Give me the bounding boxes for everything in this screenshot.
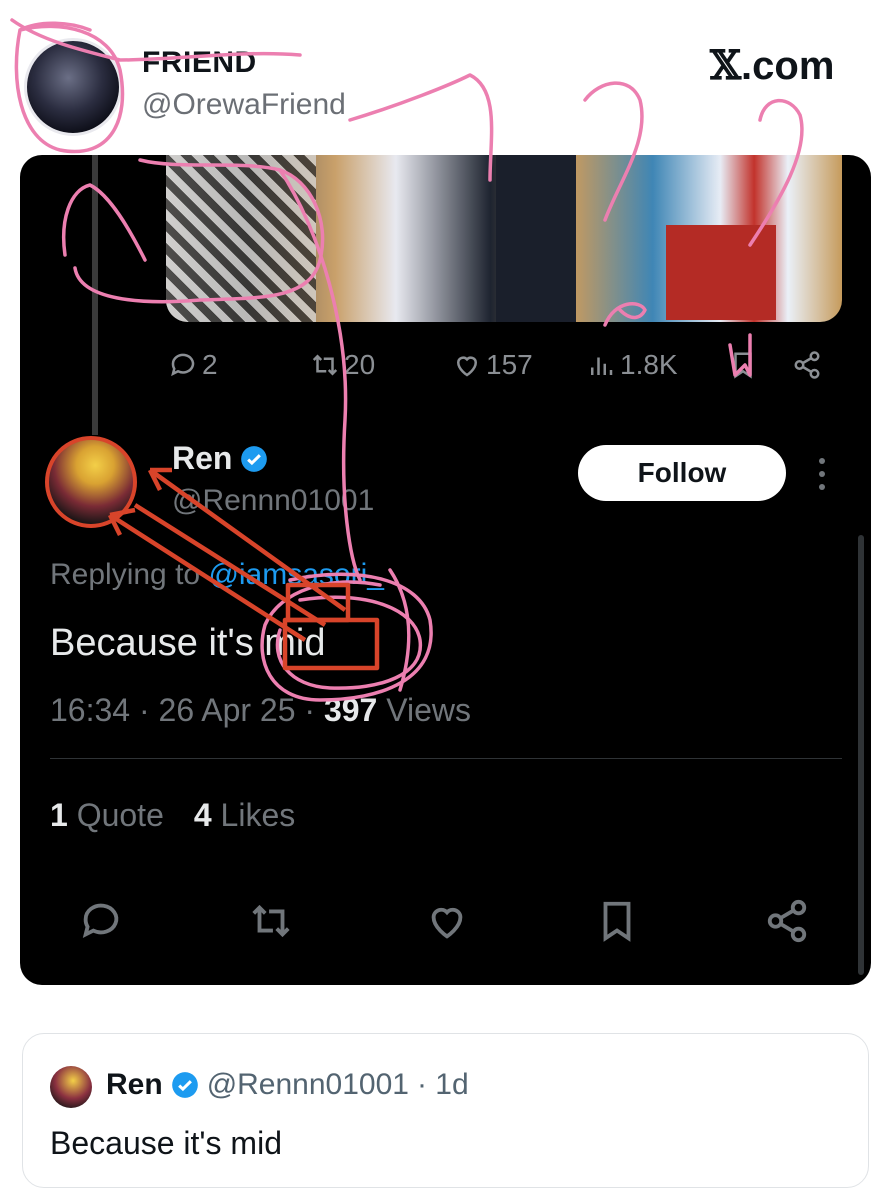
quote-author-avatar[interactable]: [50, 1066, 92, 1108]
site-watermark: 𝕏.com: [710, 42, 834, 89]
bookmark-button[interactable]: [728, 345, 758, 385]
repost-icon: [312, 354, 338, 376]
reply-text: Because it's mid: [50, 622, 326, 664]
quotes-count: 1: [50, 797, 68, 833]
quote-author-name[interactable]: Ren: [106, 1068, 163, 1102]
reply-icon: [171, 353, 195, 377]
more-options-icon[interactable]: [812, 458, 832, 490]
post-media-image[interactable]: [166, 155, 842, 322]
view-count: 1.8K: [620, 349, 678, 380]
quote-post-text: Because it's mid: [50, 1125, 282, 1161]
post-views-label: Views: [377, 692, 472, 728]
likes-count: 4: [193, 797, 212, 833]
analytics-icon: [591, 357, 613, 375]
profile-avatar[interactable]: [24, 38, 122, 136]
profile-handle: @OrewaFriend: [142, 88, 346, 121]
divider: [50, 758, 842, 759]
thread-connector-line: [92, 155, 98, 435]
engagement-counts: 1 Quote 4 Likes: [50, 797, 295, 834]
reply-count-button[interactable]: 2: [168, 345, 218, 385]
likes-link[interactable]: 4 Likes: [194, 797, 295, 834]
replying-to-label: Replying to: [50, 558, 209, 591]
heart-icon: [456, 356, 478, 377]
share-button[interactable]: [792, 345, 822, 385]
reply-icon: [82, 903, 119, 938]
view-count-button[interactable]: 1.8K: [586, 345, 678, 385]
share-icon: [767, 899, 807, 943]
follow-button[interactable]: Follow: [578, 445, 786, 501]
bookmark-icon: [734, 352, 752, 379]
bookmark-button[interactable]: [594, 898, 640, 944]
like-count: 157: [486, 349, 533, 380]
quote-post-card[interactable]: [22, 1033, 869, 1188]
reply-button[interactable]: [78, 898, 124, 944]
reply-count: 2: [202, 349, 218, 380]
quote-author-handle: @Rennn01001: [206, 1068, 409, 1101]
bookmark-icon: [603, 901, 631, 942]
share-icon: [794, 351, 820, 379]
replying-to-line: Replying to @iamsasori_: [50, 558, 384, 592]
site-domain: .com: [741, 44, 835, 88]
quotes-link[interactable]: 1 Quote: [50, 797, 164, 834]
replying-to-mention[interactable]: @iamsasori_: [208, 558, 384, 591]
repost-button[interactable]: [248, 898, 294, 944]
like-count-button[interactable]: 157: [452, 345, 533, 385]
share-button[interactable]: [764, 898, 810, 944]
verified-badge-icon: [171, 1072, 198, 1098]
like-button[interactable]: [424, 898, 470, 944]
likes-label: Likes: [220, 797, 296, 833]
repost-count: 20: [344, 349, 376, 380]
post-timestamp[interactable]: 16:34 · 26 Apr 25 ·: [50, 692, 324, 728]
scrollbar[interactable]: [858, 535, 864, 975]
repost-count-button[interactable]: 20: [310, 345, 375, 385]
post-views-count: 397: [323, 692, 378, 728]
quotes-label: Quote: [76, 797, 164, 833]
quote-author-row: Ren @Rennn01001 · 1d: [106, 1068, 469, 1102]
quote-post-age: · 1d: [416, 1068, 469, 1101]
reply-author-name-row[interactable]: Ren: [172, 440, 268, 477]
profile-name: FRIEND: [142, 46, 257, 79]
post-metadata: 16:34 · 26 Apr 25 · 397 Views: [50, 692, 471, 729]
reply-author-name: Ren: [172, 440, 233, 476]
verified-badge-icon: [241, 445, 268, 472]
repost-icon: [252, 904, 290, 938]
reply-author-avatar[interactable]: [45, 436, 137, 528]
x-logo-icon: 𝕏: [710, 42, 742, 89]
reply-author-handle: @Rennn01001: [172, 484, 375, 517]
heart-icon: [431, 907, 463, 939]
